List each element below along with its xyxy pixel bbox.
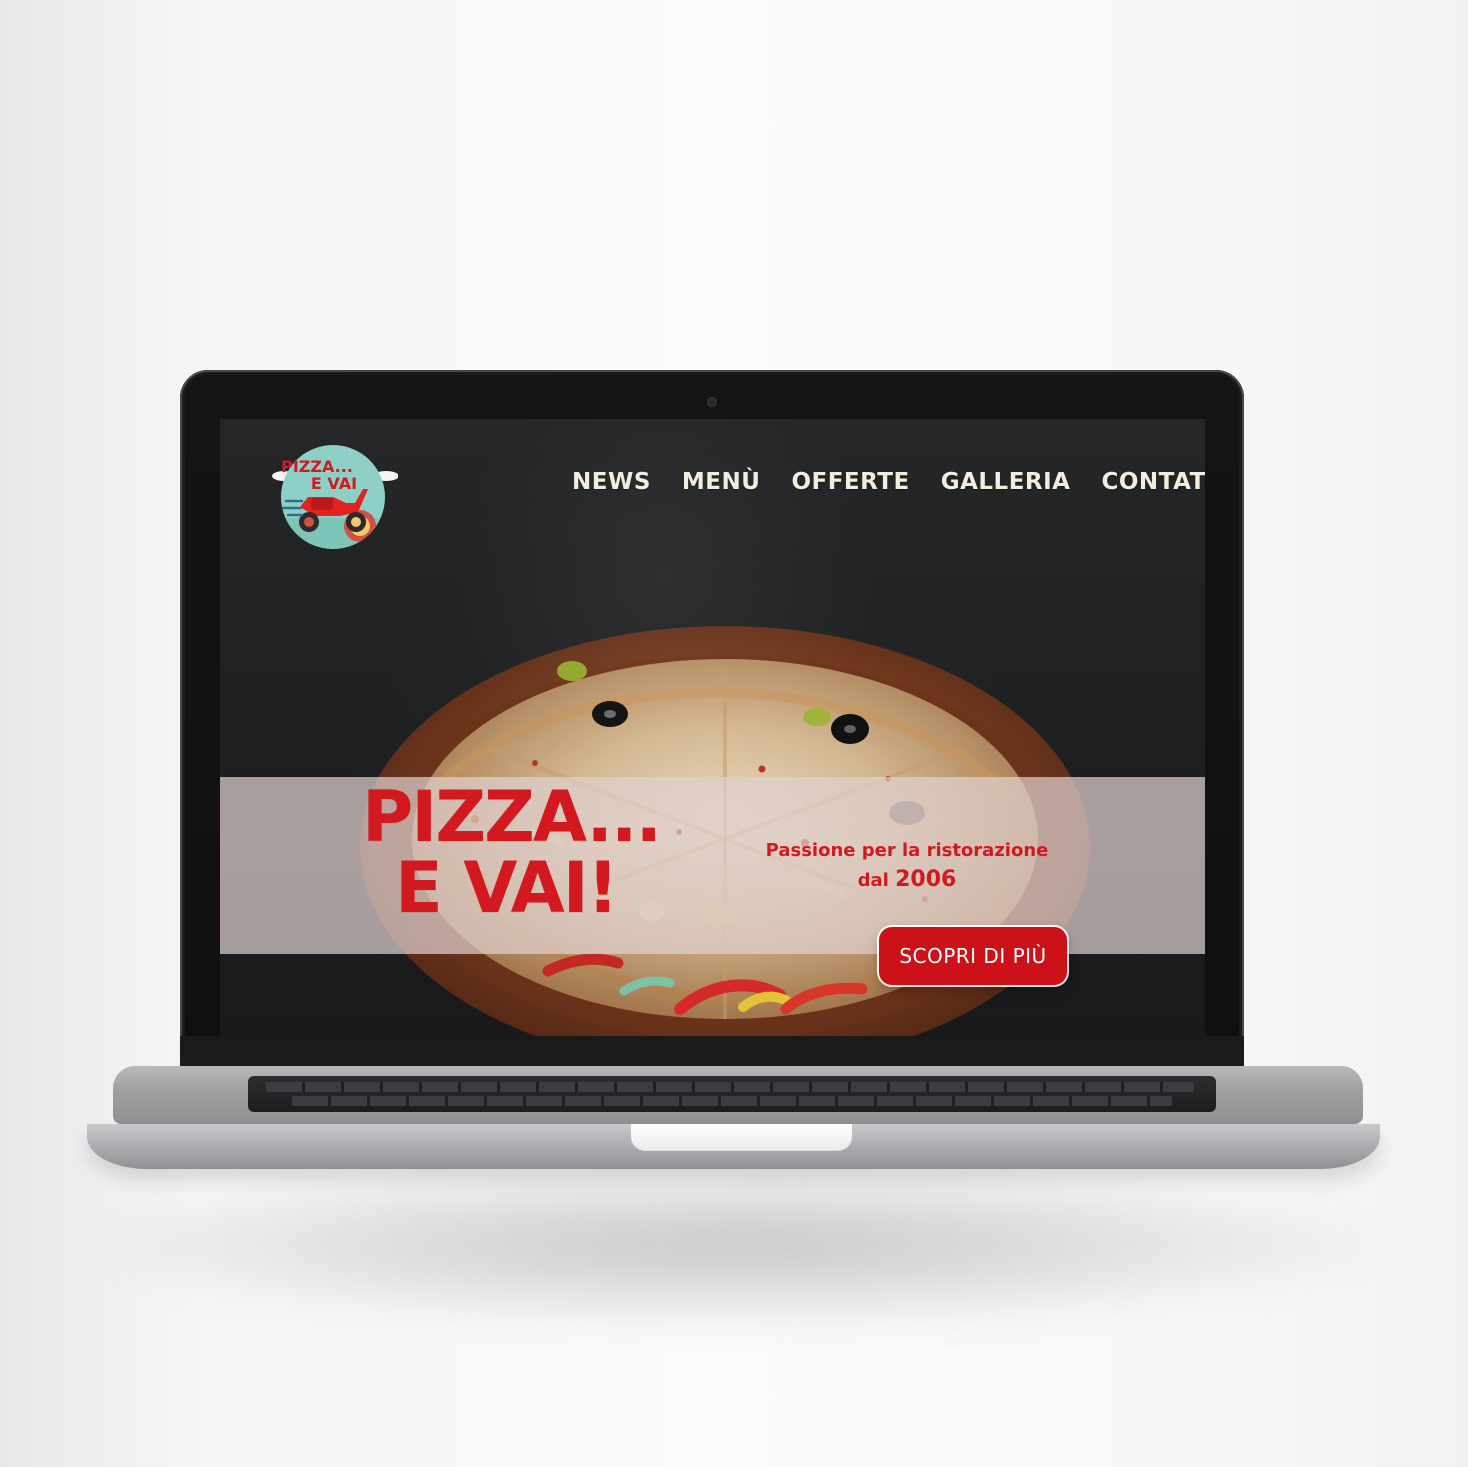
olive-green-icon — [557, 661, 587, 681]
keyboard-area — [248, 1076, 1216, 1112]
hero-title-line-2: E VAI! — [395, 847, 619, 929]
nav-galleria[interactable]: GALLERIA — [941, 469, 1071, 495]
scooter-seat-icon — [311, 498, 333, 510]
hero-tagline-year: 2006 — [895, 867, 957, 893]
nav-contatti[interactable]: CONTATTI — [1101, 469, 1205, 495]
hero-tagline-prefix: dal — [857, 870, 896, 892]
keyboard-row — [266, 1082, 1194, 1092]
scopri-di-piu-button[interactable]: SCOPRI DI PIÙ — [879, 927, 1067, 985]
website-screen: PIZZA... E VAI NEWS MENÙ OFFERTE GALLERI… — [220, 419, 1205, 1036]
pizza-wheel-icon — [304, 517, 314, 527]
wall-shadow — [80, 1160, 1390, 1330]
hero-tagline-line-1: Passione per la ristorazione — [765, 840, 1049, 861]
nav-offerte[interactable]: OFFERTE — [791, 469, 909, 495]
trackpad-notch — [631, 1124, 852, 1151]
hero-tagline: Passione per la ristorazione dal 2006 — [752, 838, 1062, 896]
nav-news[interactable]: NEWS — [572, 469, 651, 495]
hero-title-line-1: PIZZA... — [362, 776, 662, 858]
hero-title: PIZZA... E VAI! — [362, 776, 662, 929]
pizza-wheel-icon — [351, 517, 361, 527]
camera-icon — [708, 398, 716, 406]
top-navigation: NEWS MENÙ OFFERTE GALLERIA CONTATTI — [572, 469, 1205, 495]
nav-menu[interactable]: MENÙ — [682, 469, 761, 495]
hero-tagline-line-2: dal 2006 — [752, 864, 1062, 896]
logo-text-line-2: E VAI — [311, 474, 357, 493]
screen-bottom-bezel — [180, 1036, 1244, 1070]
keyboard-row — [292, 1096, 1172, 1106]
logo-badge[interactable]: PIZZA... E VAI — [268, 440, 398, 550]
